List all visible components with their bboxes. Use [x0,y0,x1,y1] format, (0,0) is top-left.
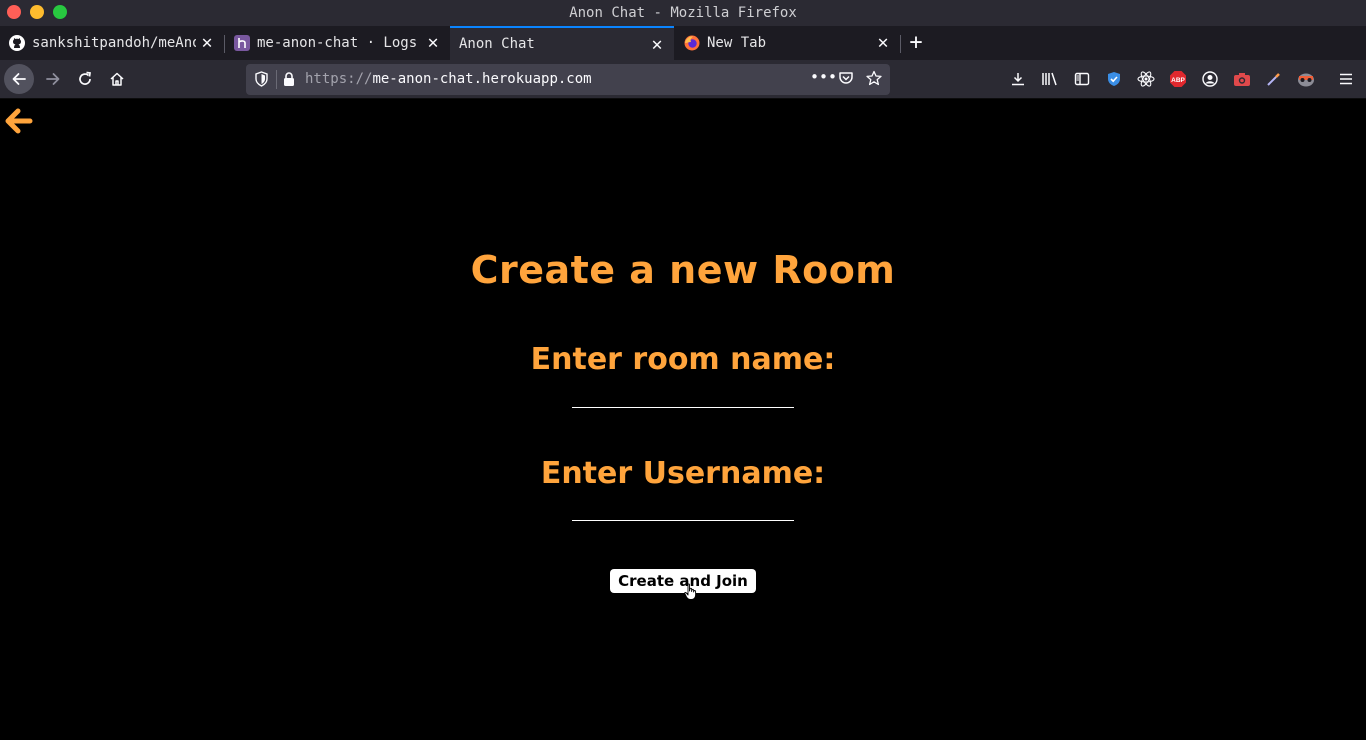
close-tab-icon[interactable]: ✕ [198,33,216,53]
tab-label: New Tab [707,35,767,51]
library-icon[interactable] [1040,68,1060,90]
download-icon[interactable] [1008,68,1028,90]
tracking-protection-icon[interactable] [254,71,269,91]
room-name-input[interactable] [572,380,794,408]
bookmark-star-icon[interactable] [866,70,882,90]
shield-extension-icon[interactable] [1104,68,1124,90]
page-title: Create a new Room [470,248,896,292]
close-tab-icon[interactable]: ✕ [874,33,892,53]
new-tab-button[interactable]: + [904,30,928,55]
close-tab-icon[interactable]: ✕ [424,33,442,53]
window-titlebar: Anon Chat - Mozilla Firefox [0,0,1366,26]
back-arrow-icon[interactable] [5,108,33,134]
tab-anon-chat[interactable]: Anon Chat ✕ [450,26,674,60]
adblock-icon[interactable]: ABP [1168,68,1188,90]
page-content: Create a new Room Enter room name: Enter… [0,100,1366,740]
address-bar[interactable]: https://me-anon-chat.herokuapp.com ••• [246,64,890,95]
arrow-right-icon [46,73,60,85]
tab-divider [900,35,901,53]
urlbar-divider [276,70,277,89]
tab-github[interactable]: sankshitpandoh/meAnonCh ✕ [0,26,224,60]
privacy-badger-icon[interactable] [1296,68,1316,90]
tab-label: sankshitpandoh/meAnonCh [32,35,196,51]
home-button[interactable] [102,64,132,94]
url-text: https://me-anon-chat.herokuapp.com [305,71,592,87]
tab-strip: sankshitpandoh/meAnonCh ✕ me-anon-chat ·… [0,26,1366,60]
tab-label: me-anon-chat · Logs [257,35,418,51]
create-and-join-button[interactable]: Create and Join [610,569,756,593]
close-tab-icon[interactable]: ✕ [648,35,666,55]
github-icon [9,35,25,51]
back-button[interactable] [4,64,34,94]
hand-cursor-icon [684,583,698,601]
page-actions-icon[interactable]: ••• [810,68,837,86]
room-name-label: Enter room name: [530,342,836,377]
pocket-icon[interactable] [838,70,854,90]
tab-new-tab[interactable]: New Tab ✕ [675,26,900,60]
home-icon [110,72,124,86]
firefox-icon [684,35,700,51]
reload-icon [79,71,91,85]
svg-text:ABP: ABP [1171,77,1185,84]
color-picker-icon[interactable] [1264,68,1284,90]
window-title: Anon Chat - Mozilla Firefox [569,5,797,21]
account-icon[interactable] [1200,68,1220,90]
sidebar-icon[interactable] [1072,68,1092,90]
lock-icon[interactable] [282,71,296,91]
arrow-left-icon [12,73,26,85]
react-devtools-icon[interactable] [1136,68,1156,90]
forward-button[interactable] [38,64,68,94]
menu-icon[interactable] [1336,68,1356,90]
screenshot-icon[interactable] [1232,68,1252,90]
tab-heroku-logs[interactable]: me-anon-chat · Logs ✕ [225,26,450,60]
heroku-icon [234,35,250,51]
navigation-toolbar: https://me-anon-chat.herokuapp.com ••• A… [0,60,1366,99]
username-input[interactable] [572,493,794,521]
username-label: Enter Username: [540,456,826,491]
tab-label: Anon Chat [459,36,535,52]
reload-button[interactable] [70,64,100,94]
